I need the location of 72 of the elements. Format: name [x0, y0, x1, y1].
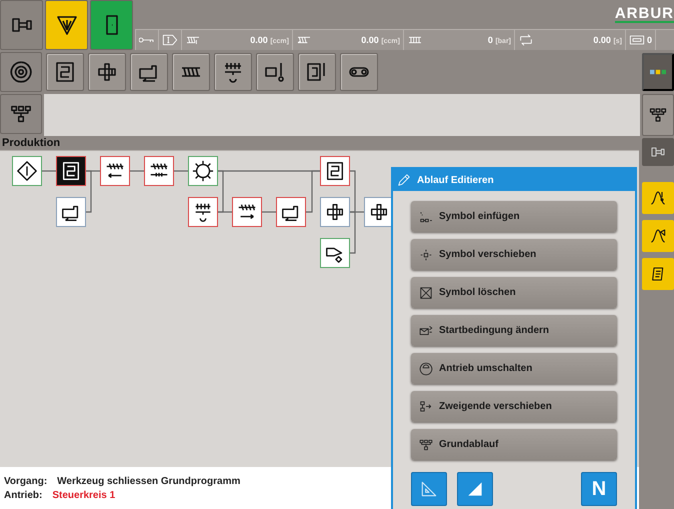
- dial-icon: [419, 362, 433, 376]
- connector-line: [130, 170, 144, 172]
- sequence-step[interactable]: [100, 156, 130, 186]
- cross-unit-icon: [368, 201, 390, 223]
- cross-unit-icon: [95, 60, 119, 84]
- toggle-button[interactable]: N: [581, 472, 617, 506]
- sequence-step[interactable]: [320, 238, 350, 268]
- tool-button[interactable]: [256, 53, 294, 91]
- action-button[interactable]: Grundablauf: [411, 429, 617, 460]
- cycle-icon: [518, 32, 534, 48]
- tool-button[interactable]: [642, 53, 674, 91]
- mold-icon: [324, 160, 346, 182]
- info-value: Werkzeug schliessen Grundprogramm: [57, 476, 240, 486]
- sequence-step[interactable]: [320, 156, 350, 186]
- tool-button[interactable]: [0, 52, 42, 92]
- triangle-icon: [54, 13, 78, 37]
- tool-button[interactable]: [88, 53, 126, 91]
- insert-icon: [419, 210, 433, 224]
- sun-icon: [192, 160, 214, 182]
- sequence-step[interactable]: [56, 156, 86, 186]
- action-button[interactable]: Symbol einfügen: [411, 201, 617, 232]
- action-button[interactable]: Zweigende verschieben: [411, 391, 617, 422]
- connector-line: [42, 170, 56, 172]
- info-label: Antrieb:: [4, 490, 42, 500]
- mold-icon: [60, 160, 82, 182]
- delete-icon: [419, 286, 433, 300]
- sequence-step[interactable]: [320, 197, 350, 227]
- pattern-icon: [419, 438, 433, 452]
- action-button[interactable]: Symbol verschieben: [411, 239, 617, 270]
- tool-button[interactable]: [130, 53, 168, 91]
- mode-button[interactable]: [90, 0, 133, 50]
- branch-icon: [419, 400, 433, 414]
- connector-line: [262, 211, 276, 213]
- cross-unit-icon: [324, 201, 346, 223]
- sequence-step[interactable]: [56, 197, 86, 227]
- triangle-icon: [419, 479, 439, 499]
- tool-button[interactable]: [340, 53, 378, 91]
- sequence-step[interactable]: [188, 197, 218, 227]
- info-label: Vorgang:: [4, 476, 48, 486]
- section-title: Produktion: [1, 136, 62, 150]
- pencil-icon: [397, 173, 411, 187]
- pattern-icon: [10, 103, 32, 125]
- sequence-step[interactable]: [188, 156, 218, 186]
- envelope-icon: [419, 324, 433, 338]
- action-button[interactable]: Symbol löschen: [411, 277, 617, 308]
- sequence-step[interactable]: [144, 156, 174, 186]
- circles-icon: [8, 59, 34, 85]
- tool-button[interactable]: [214, 53, 252, 91]
- move-icon: [419, 248, 433, 262]
- tool-button[interactable]: [298, 53, 336, 91]
- mode-button[interactable]: [0, 0, 43, 50]
- tool-button[interactable]: [172, 53, 210, 91]
- toggle-button[interactable]: [457, 472, 493, 506]
- sequence-step[interactable]: [364, 197, 394, 227]
- info-value: Steuerkreis 1: [52, 490, 116, 500]
- mode-button[interactable]: [45, 0, 88, 50]
- dialog-title: Ablauf Editieren: [417, 174, 494, 186]
- action-button[interactable]: Antrieb umschalten: [411, 353, 617, 384]
- logo: ARBUR: [614, 0, 674, 23]
- tool-button[interactable]: [46, 53, 84, 91]
- connector-line: [174, 170, 188, 172]
- sequence-step[interactable]: [276, 197, 306, 227]
- sequence-step[interactable]: [12, 156, 42, 186]
- start-icon: [16, 160, 38, 182]
- tool-button[interactable]: [0, 94, 42, 134]
- tool-button[interactable]: [642, 94, 674, 136]
- mold-icon: [53, 60, 77, 84]
- toggle-button[interactable]: [411, 472, 447, 506]
- readout-value: 0: [647, 35, 652, 46]
- sequence-step[interactable]: [232, 197, 262, 227]
- action-button[interactable]: Startbedingung ändern: [411, 315, 617, 346]
- bars-icon: [650, 69, 666, 75]
